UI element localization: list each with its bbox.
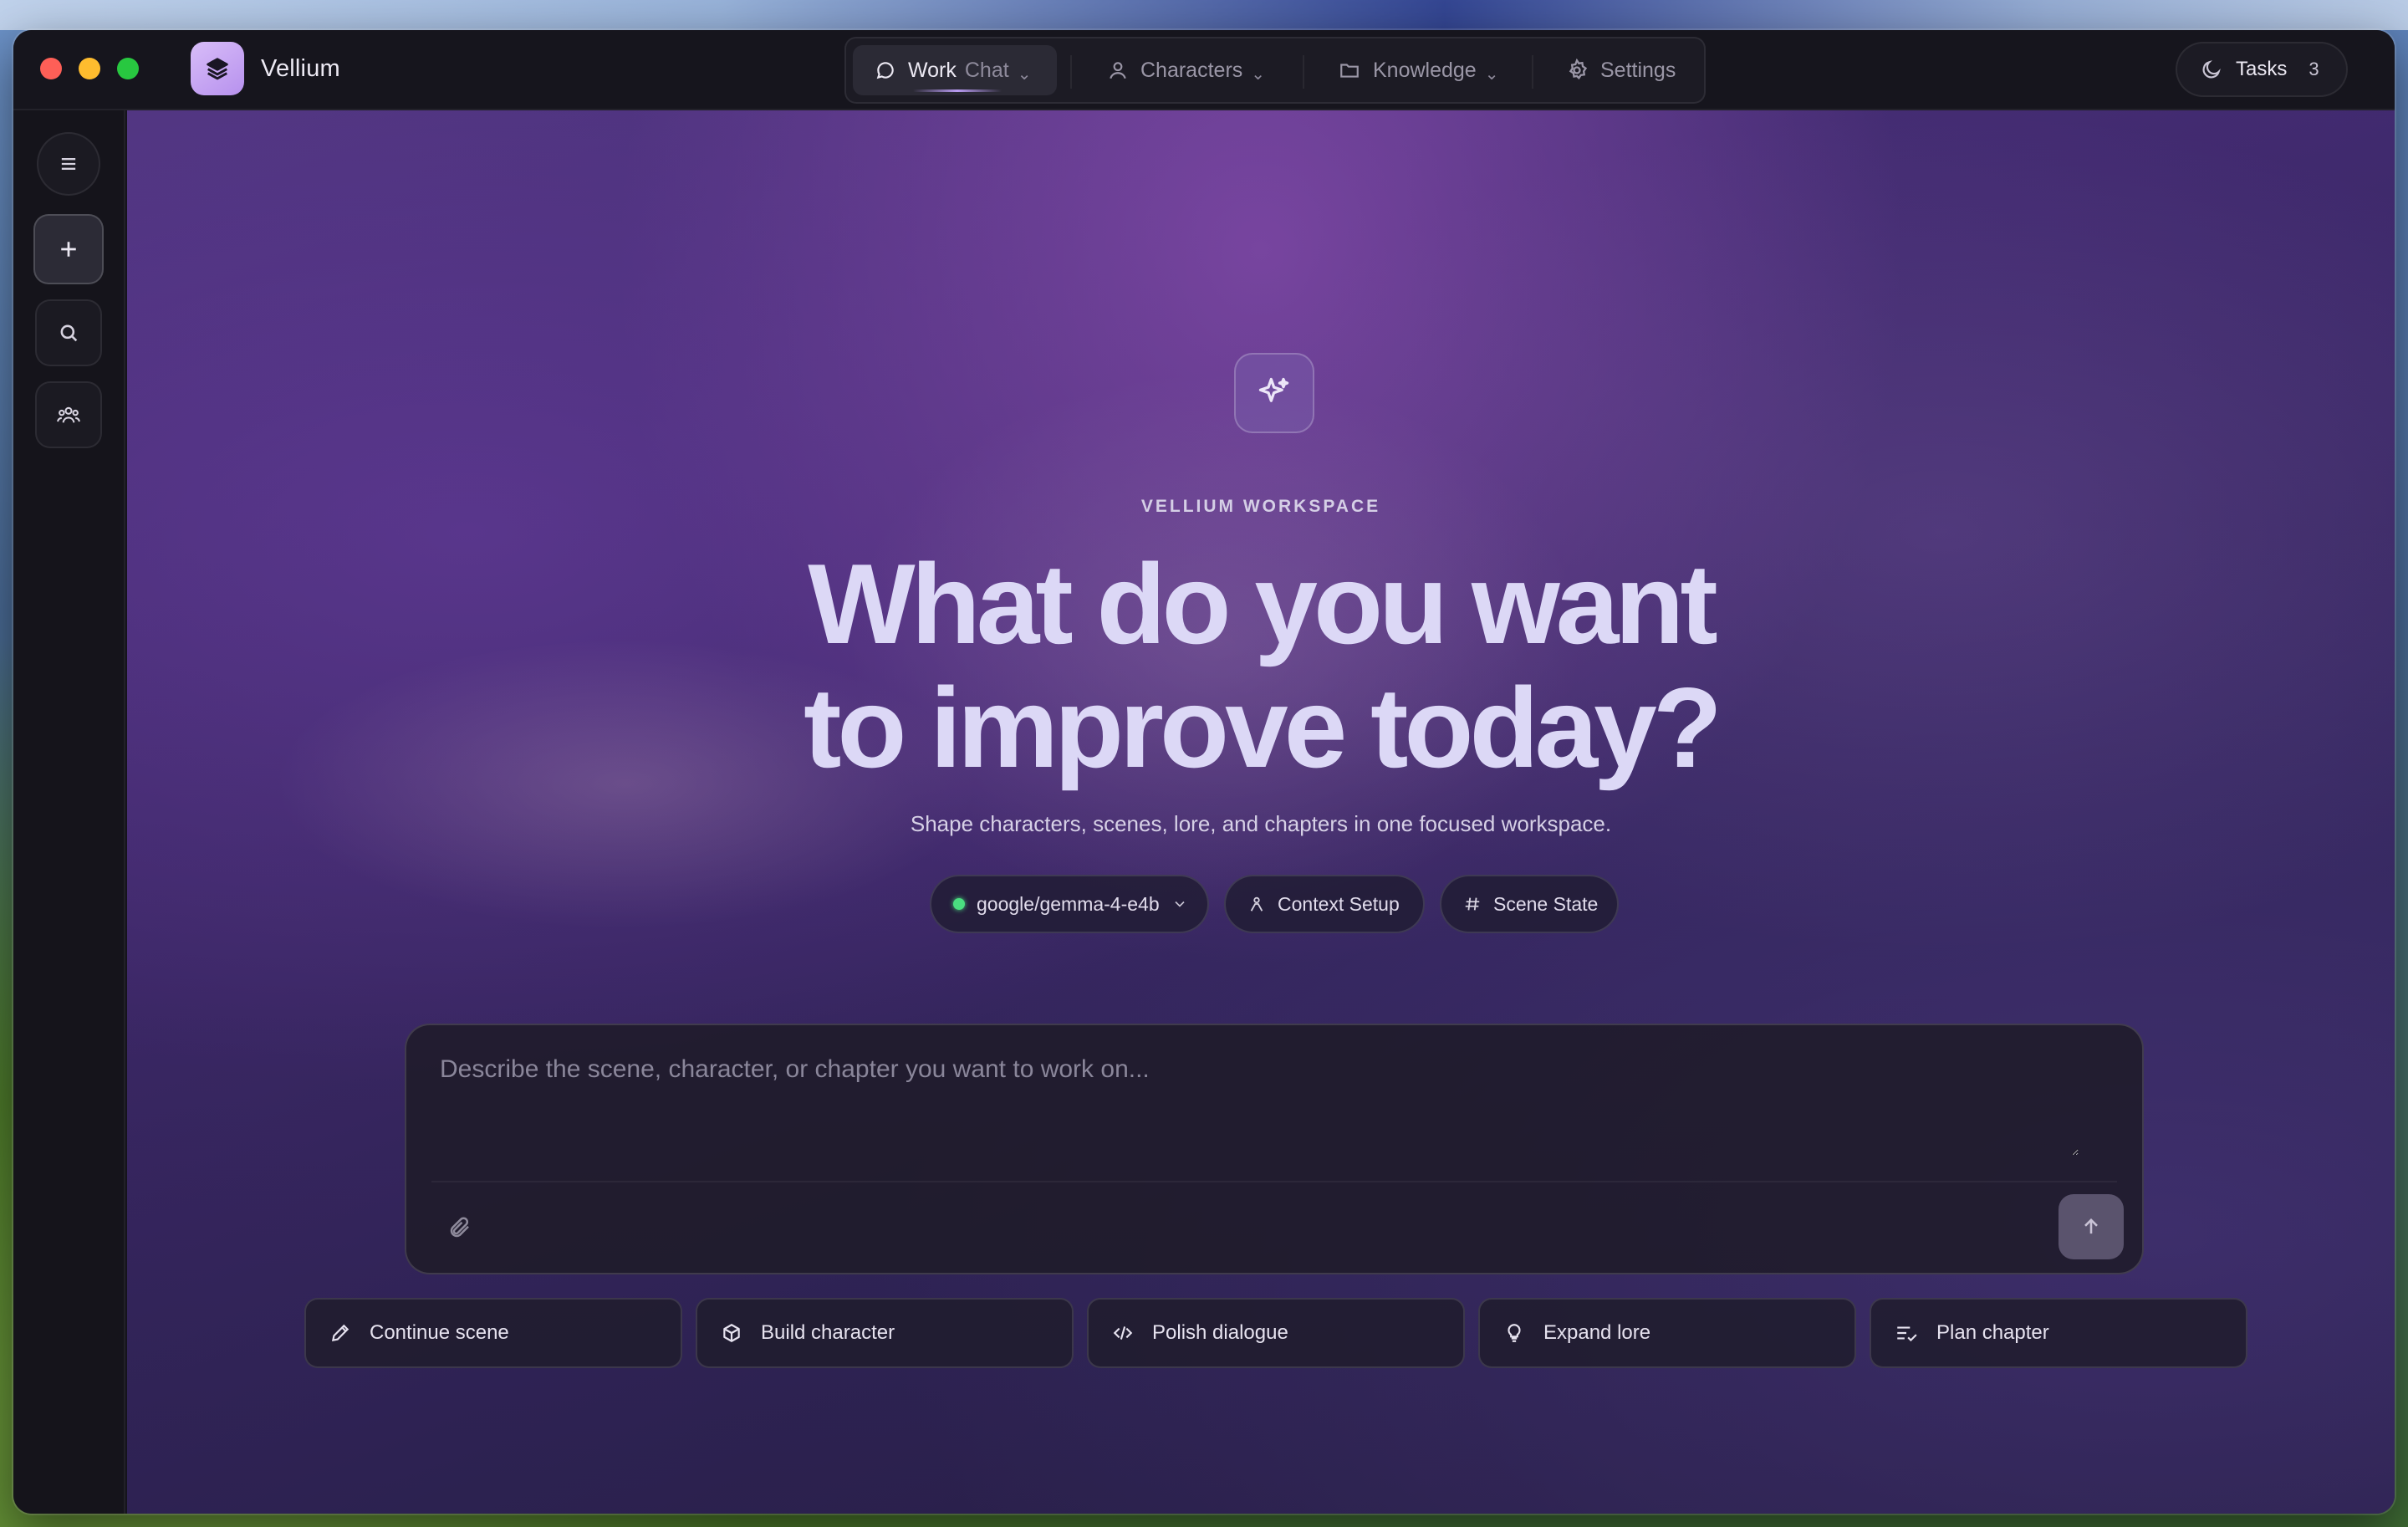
person-icon bbox=[1110, 62, 1126, 79]
app-name: Vellium bbox=[261, 55, 340, 82]
tab-settings-label: Settings bbox=[1600, 58, 1676, 82]
top-navigation: Work Chat ⌄ Characters ⌄ Knowledge ⌄ Set… bbox=[844, 37, 1706, 104]
app-window: Vellium Work Chat ⌄ Characters ⌄ Knowled… bbox=[13, 30, 2395, 1514]
active-tab-indicator bbox=[913, 89, 1002, 92]
quick-action-label: Continue scene bbox=[370, 1321, 509, 1344]
search-icon bbox=[60, 324, 78, 342]
zoom-window-button[interactable] bbox=[117, 58, 139, 79]
quick-action-label: Plan chapter bbox=[1936, 1321, 2049, 1344]
tasks-count-badge: 3 bbox=[2309, 59, 2319, 79]
quick-action-label: Polish dialogue bbox=[1152, 1321, 1288, 1344]
minimize-window-button[interactable] bbox=[79, 58, 100, 79]
moon-icon bbox=[2202, 60, 2221, 79]
send-button[interactable] bbox=[2059, 1194, 2124, 1259]
plus-icon bbox=[61, 242, 76, 257]
model-status-dot bbox=[953, 898, 965, 910]
attach-button[interactable] bbox=[443, 1211, 477, 1244]
lightbulb-icon bbox=[1508, 1324, 1521, 1342]
tab-settings[interactable]: Settings bbox=[1547, 45, 1697, 95]
code-icon bbox=[1113, 1326, 1133, 1340]
tab-characters-label: Characters bbox=[1140, 58, 1243, 82]
desktop-background-strip bbox=[0, 0, 2408, 30]
nav-divider bbox=[1070, 55, 1072, 89]
hash-icon bbox=[1465, 897, 1480, 911]
tab-characters[interactable]: Characters ⌄ bbox=[1089, 45, 1289, 95]
chevron-down-icon: ⌄ bbox=[1017, 64, 1032, 84]
pencil-icon bbox=[331, 1324, 349, 1342]
chevron-down-icon: ⌄ bbox=[1251, 64, 1266, 84]
quick-action-expand-lore[interactable]: Expand lore bbox=[1478, 1298, 1856, 1368]
quick-action-continue-scene[interactable]: Continue scene bbox=[304, 1298, 682, 1368]
close-window-button[interactable] bbox=[40, 58, 62, 79]
tasks-label: Tasks bbox=[2236, 58, 2288, 80]
chevron-down-icon: ⌄ bbox=[1484, 64, 1499, 84]
main-workspace: VELLIUM WORKSPACE What do you want to im… bbox=[127, 110, 2395, 1514]
nav-divider bbox=[1532, 55, 1533, 89]
folder-icon bbox=[1340, 64, 1359, 78]
workspace-eyebrow: VELLIUM WORKSPACE bbox=[1140, 497, 1381, 516]
gear-icon bbox=[1569, 59, 1588, 80]
nav-divider bbox=[1303, 55, 1304, 89]
tab-work-label: Work bbox=[908, 58, 957, 82]
page-title-line-1: What do you want bbox=[808, 540, 1717, 667]
quick-action-plan-chapter[interactable]: Plan chapter bbox=[1870, 1298, 2247, 1368]
app-logo-icon bbox=[191, 42, 244, 95]
search-button[interactable] bbox=[35, 299, 102, 366]
quick-action-build-character[interactable]: Build character bbox=[696, 1298, 1074, 1368]
page-subtitle: Shape characters, scenes, lore, and chap… bbox=[910, 811, 1612, 836]
scene-state-label: Scene State bbox=[1493, 892, 1599, 915]
composer bbox=[405, 1024, 2144, 1274]
new-chat-button[interactable] bbox=[33, 214, 104, 284]
quick-action-label: Expand lore bbox=[1543, 1321, 1651, 1344]
model-selector[interactable]: google/gemma-4-e4b bbox=[930, 875, 1209, 933]
page-title-line-2: to improve today? bbox=[804, 664, 1722, 791]
menu-button[interactable] bbox=[37, 132, 100, 196]
context-setup-label: Context Setup bbox=[1278, 892, 1400, 915]
tasks-button[interactable]: Tasks 3 bbox=[2176, 42, 2348, 97]
people-group-icon bbox=[57, 406, 80, 423]
sparkle-icon bbox=[1234, 353, 1314, 433]
hamburger-menu-icon bbox=[61, 158, 76, 170]
chevron-down-icon bbox=[1175, 901, 1185, 907]
composer-divider bbox=[431, 1181, 2117, 1182]
quick-action-polish-dialogue[interactable]: Polish dialogue bbox=[1087, 1298, 1465, 1368]
title-bar: Vellium Work Chat ⌄ Characters ⌄ Knowled… bbox=[13, 30, 2395, 110]
characters-button[interactable] bbox=[35, 381, 102, 448]
tab-chat-label: Chat bbox=[964, 58, 1009, 82]
paperclip-icon bbox=[450, 1217, 469, 1238]
list-check-icon bbox=[1897, 1326, 1917, 1342]
model-name: google/gemma-4-e4b bbox=[977, 892, 1160, 915]
arrow-up-icon bbox=[2084, 1218, 2098, 1234]
page-title: What do you want to improve today? bbox=[127, 542, 2395, 789]
quick-action-label: Build character bbox=[761, 1321, 895, 1344]
tab-work-chat[interactable]: Work Chat ⌄ bbox=[853, 45, 1057, 95]
person-outline-icon bbox=[1250, 896, 1263, 912]
scene-state-button[interactable]: Scene State bbox=[1440, 875, 1619, 933]
context-setup-button[interactable]: Context Setup bbox=[1224, 875, 1425, 933]
prompt-input[interactable] bbox=[440, 1055, 2079, 1156]
sidebar bbox=[13, 110, 125, 1514]
chat-bubble-icon bbox=[876, 62, 894, 79]
tab-knowledge-label: Knowledge bbox=[1373, 58, 1477, 82]
tab-knowledge[interactable]: Knowledge ⌄ bbox=[1319, 45, 1517, 95]
cube-icon bbox=[723, 1324, 740, 1342]
